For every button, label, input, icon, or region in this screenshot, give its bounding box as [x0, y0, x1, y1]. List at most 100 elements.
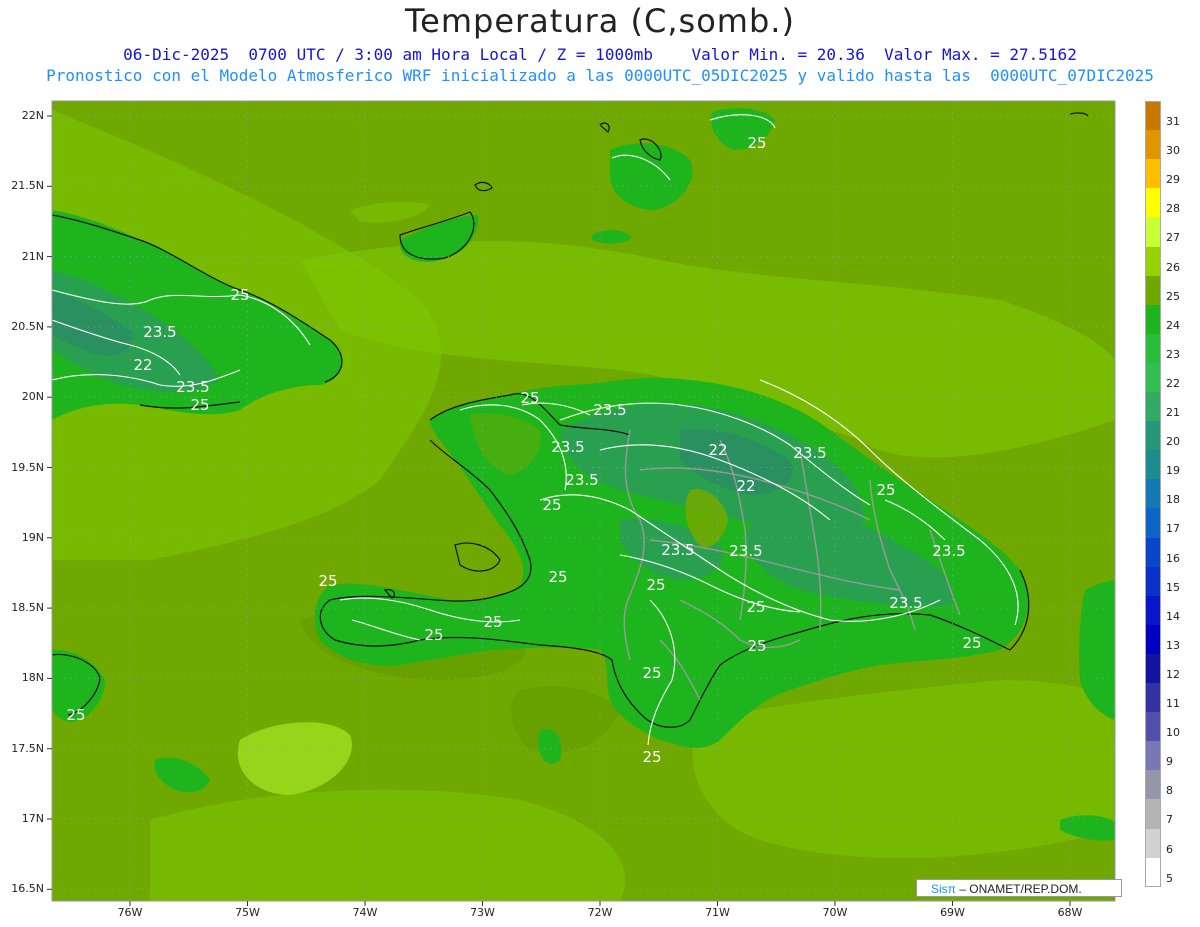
colorbar-swatch: [1145, 159, 1161, 189]
contour-label: 25: [642, 748, 661, 766]
contour-label: 25: [520, 389, 539, 407]
lon-label: 73W: [470, 906, 495, 919]
colorbar-swatch: [1145, 799, 1161, 829]
contour-label: 25: [876, 481, 895, 499]
colorbar-label: 31: [1166, 115, 1180, 128]
colorbar-swatch: [1145, 450, 1161, 480]
contour-label: 25: [747, 637, 766, 655]
contour-label: 22: [708, 441, 727, 459]
colorbar-label: 21: [1166, 406, 1180, 419]
colorbar-swatch: [1145, 333, 1161, 364]
colorbar-label: 30: [1166, 144, 1180, 158]
lon-label: 72W: [587, 906, 613, 919]
contour-label: 25: [424, 626, 443, 644]
contour-label: 23.5: [793, 444, 826, 462]
colorbar-label: 6: [1166, 842, 1173, 856]
contour-label: 25: [746, 598, 765, 616]
lat-label: 21.5N: [11, 179, 44, 193]
forecast-time-line: 06-Dic-2025 0700 UTC / 3:00 am Hora Loca…: [123, 45, 1077, 64]
lon-label: 71W: [705, 906, 730, 919]
lat-label: 17.5N: [11, 741, 44, 755]
model-info-line: Pronostico con el Modelo Atmosferico WRF…: [46, 66, 1154, 85]
colorbar-label: 23: [1166, 347, 1180, 361]
colorbar-swatch: [1145, 130, 1161, 160]
credit-org: – ONAMET/REP.DOM.: [959, 882, 1082, 896]
colorbar-swatch: [1145, 624, 1161, 655]
contour-label: 23.5: [889, 594, 922, 612]
colorbar-label: 18: [1166, 493, 1180, 507]
lat-label: 19.5N: [11, 460, 44, 474]
colorbar-swatch: [1145, 275, 1161, 306]
contour-label: 23.5: [143, 323, 176, 341]
colorbar-swatch: [1145, 595, 1161, 626]
colorbar-label: 26: [1166, 260, 1180, 274]
colorbar-swatch: [1145, 421, 1161, 451]
colorbar-label: 25: [1166, 289, 1180, 303]
credit-box: Sisπ – ONAMET/REP.DOM.: [916, 879, 1122, 897]
colorbar-swatch: [1145, 101, 1161, 131]
lat-label: 18.5N: [11, 601, 44, 615]
colorbar-swatch: [1145, 712, 1161, 742]
colorbar-swatch: [1145, 217, 1161, 247]
colorbar-swatch: [1145, 508, 1161, 538]
colorbar-label: 20: [1166, 435, 1180, 449]
colorbar-label: 24: [1166, 318, 1180, 332]
lat-label: 20N: [21, 390, 44, 404]
contour-label: 25: [190, 396, 209, 414]
colorbar-swatch: [1145, 537, 1161, 568]
colorbar-label: 17: [1166, 522, 1180, 536]
contour-label: 23.5: [729, 542, 762, 560]
colorbar-label: 29: [1166, 173, 1180, 187]
colorbar-label: 5: [1166, 871, 1173, 885]
contour-label: 23.5: [932, 542, 965, 560]
contour-label: 23.5: [565, 471, 598, 489]
lon-label: 68W: [1057, 906, 1083, 919]
map-title: Temperatura (C,somb.): [405, 2, 795, 40]
temperature-map: 252523.52223.525 2523.523.5 22 23.52223.525…: [47, 100, 1116, 906]
lon-label: 76W: [117, 906, 143, 919]
contour-label: 25: [318, 572, 337, 590]
lat-label: 22N: [21, 109, 44, 122]
colorbar-label: 22: [1166, 376, 1180, 390]
colorbar-swatch: [1145, 188, 1161, 218]
lon-label: 75W: [235, 906, 260, 919]
colorbar-label: 14: [1166, 609, 1180, 623]
lon-label: 69W: [940, 906, 965, 919]
colorbar-swatch: [1145, 304, 1161, 335]
colorbar-label: 19: [1166, 464, 1180, 478]
colorbar-swatch: [1145, 741, 1161, 771]
lat-label: 16.5N: [11, 882, 44, 896]
contour-label: 25: [542, 496, 561, 514]
colorbar-swatch: [1145, 392, 1161, 422]
colorbar-label: 16: [1166, 551, 1180, 565]
contour-label: 23.5: [551, 438, 584, 456]
contour-label: 25: [230, 286, 249, 304]
contour-label: 23.5: [661, 541, 694, 559]
colorbar-label: 9: [1166, 755, 1173, 769]
contour-label: 25: [66, 706, 85, 724]
contour-label: 25: [962, 634, 981, 652]
colorbar-label: 13: [1166, 638, 1180, 652]
lat-label: 18N: [21, 671, 44, 685]
colorbar-swatch: [1145, 362, 1161, 393]
colorbar-swatch: [1145, 683, 1161, 713]
lat-label: 21N: [21, 249, 44, 263]
colorbar-label: 10: [1166, 726, 1180, 740]
credit-sis: Sisπ: [931, 882, 956, 896]
colorbar-label: 11: [1166, 697, 1180, 710]
contour-label: 25: [646, 576, 665, 594]
colorbar-swatch: [1145, 653, 1161, 684]
lat-label: 17N: [21, 812, 44, 825]
colorbar-swatch: [1145, 479, 1161, 509]
contour-label: 25: [642, 664, 661, 682]
contour-label: 22: [133, 356, 152, 374]
colorbar-swatch: [1145, 566, 1161, 597]
lat-label: 20.5N: [11, 319, 44, 333]
colorbar-swatch: [1145, 828, 1161, 859]
contour-label: 22: [736, 477, 755, 495]
lon-label: 70W: [822, 906, 848, 919]
contour-label: 25: [747, 134, 766, 152]
contour-label: 23.5: [176, 378, 209, 396]
contour-label: 23.5: [593, 401, 626, 419]
colorbar-swatch: [1145, 246, 1161, 277]
